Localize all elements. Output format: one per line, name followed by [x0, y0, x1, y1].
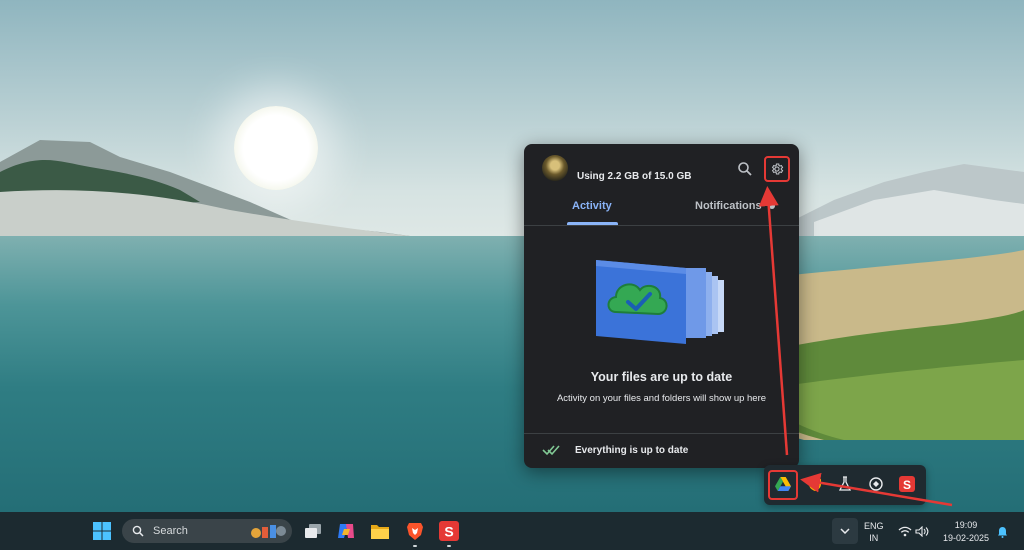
notification-dot-icon [769, 203, 775, 209]
tray-overflow-flyout: S [764, 465, 926, 505]
files-synced-illustration [596, 260, 724, 344]
search-highlight-icon [251, 525, 286, 538]
footer-divider [524, 433, 799, 434]
chevron-down-icon [840, 528, 850, 534]
clock-time: 19:09 [954, 520, 978, 530]
wifi-icon[interactable] [898, 526, 912, 537]
svg-text:S: S [444, 524, 453, 540]
taskbar-search-box[interactable]: Search [122, 519, 292, 543]
search-icon[interactable] [737, 161, 753, 177]
copilot-icon[interactable] [335, 520, 357, 542]
language-indicator[interactable]: ENG IN [864, 520, 884, 544]
file-explorer-icon[interactable] [369, 520, 391, 542]
google-drive-icon[interactable] [774, 475, 792, 493]
sync-status-text: Everything is up to date [575, 445, 689, 456]
empty-state-subtitle: Activity on your files and folders will … [556, 393, 767, 404]
desktop-wallpaper [0, 0, 1024, 512]
security-app-icon[interactable] [867, 475, 885, 493]
settings-button[interactable] [764, 156, 790, 182]
empty-state-title: Your files are up to date [590, 370, 733, 384]
right-mountains [794, 164, 1024, 240]
flask-icon[interactable] [836, 475, 854, 493]
search-icon [132, 525, 144, 537]
language-code: ENG [864, 521, 884, 531]
windows-start-icon[interactable] [93, 522, 111, 540]
google-drive-popup: Using 2.2 GB of 15.0 GB Activity Notific… [524, 144, 799, 468]
tab-divider [524, 225, 799, 226]
show-hidden-icons-button[interactable] [832, 518, 858, 544]
tab-activity[interactable]: Activity [572, 200, 612, 212]
taskbar: Search S ENG IN 19:09 19-02-2025 [0, 512, 1024, 550]
brave-icon[interactable] [404, 520, 426, 542]
left-hills [0, 140, 410, 236]
avatar[interactable] [542, 155, 568, 181]
running-indicator [413, 545, 417, 547]
clock-date: 19-02-2025 [942, 533, 990, 543]
volume-icon[interactable] [915, 526, 929, 537]
s-app-icon[interactable]: S [438, 520, 460, 542]
search-label: Search [153, 525, 188, 537]
tab-notifications[interactable]: Notifications [695, 200, 762, 212]
clock[interactable]: 19:09 19-02-2025 [940, 519, 992, 545]
notification-bell-icon[interactable] [997, 526, 1008, 538]
svg-text:S: S [903, 478, 911, 492]
language-region: IN [869, 533, 879, 543]
shield-app-icon[interactable] [806, 475, 824, 493]
running-indicator [447, 545, 451, 547]
scribd-s-icon[interactable]: S [898, 475, 916, 493]
gear-icon [771, 163, 784, 175]
storage-usage-text: Using 2.2 GB of 15.0 GB [577, 171, 692, 182]
task-view-icon[interactable] [302, 520, 324, 542]
double-check-icon [542, 445, 560, 456]
